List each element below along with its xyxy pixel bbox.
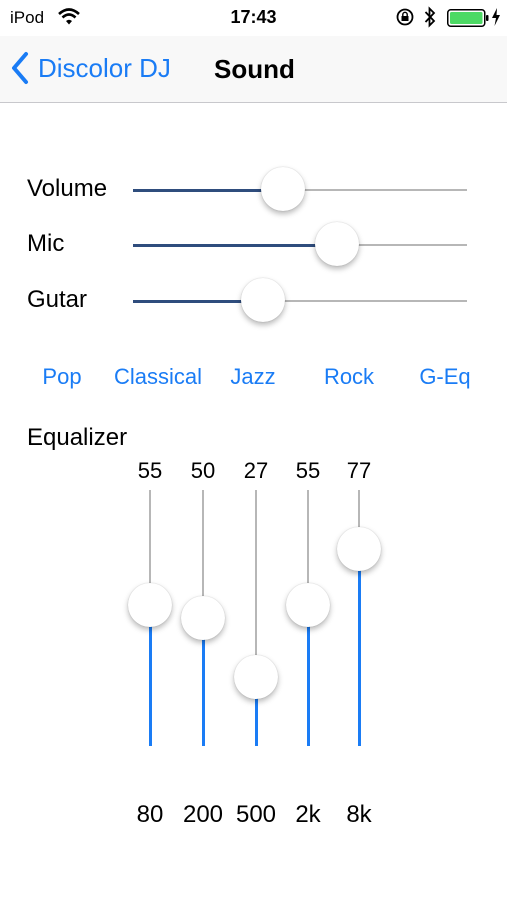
volume-row: Volume — [0, 165, 507, 215]
eq-band-fill — [357, 548, 361, 746]
eq-band-slider[interactable] — [234, 490, 278, 746]
eq-band-frequency: 200 — [182, 801, 224, 828]
back-button[interactable]: Discolor DJ — [10, 50, 171, 86]
equalizer-title: Equalizer — [27, 424, 128, 451]
preset-jazz-button[interactable]: Jazz — [230, 364, 275, 390]
mic-row: Mic — [0, 220, 507, 270]
bluetooth-icon — [424, 6, 436, 28]
eq-band-frequency: 80 — [136, 801, 164, 828]
preset-pop-button[interactable]: Pop — [42, 364, 81, 390]
preset-bar: Pop Classical Jazz Rock G-Eq — [0, 364, 507, 398]
volume-slider-thumb[interactable] — [261, 167, 306, 211]
mic-label: Mic — [27, 230, 65, 257]
preset-rock-button[interactable]: Rock — [324, 364, 374, 390]
eq-band-slider[interactable] — [128, 490, 172, 746]
eq-band-value: 77 — [346, 458, 372, 483]
volume-slider[interactable] — [133, 167, 467, 211]
volume-label: Volume — [27, 175, 108, 202]
chevron-left-icon — [12, 52, 28, 84]
charging-icon — [492, 8, 500, 26]
battery-icon — [447, 9, 489, 27]
mic-slider-thumb[interactable] — [314, 222, 359, 266]
preset-g-eq-button[interactable]: G-Eq — [419, 364, 470, 390]
guitar-row: Gutar — [0, 276, 507, 326]
rotation-lock-icon — [396, 8, 414, 26]
eq-band-frequency: 500 — [235, 801, 277, 828]
eq-band-8k: 77 8k — [329, 455, 389, 835]
eq-band-thumb[interactable] — [128, 583, 172, 628]
mic-slider[interactable] — [133, 222, 467, 266]
back-label: Discolor DJ — [38, 52, 171, 83]
eq-band-value: 50 — [190, 458, 216, 483]
eq-band-slider[interactable] — [181, 490, 225, 746]
eq-band-slider[interactable] — [286, 490, 330, 746]
navigation-bar: Discolor DJ Sound — [0, 36, 507, 103]
eq-band-thumb[interactable] — [234, 654, 278, 699]
eq-band-thumb[interactable] — [181, 596, 225, 640]
mic-slider-fill — [133, 243, 337, 247]
preset-classical-button[interactable]: Classical — [114, 364, 202, 390]
eq-band-thumb[interactable] — [337, 526, 381, 571]
eq-band-value: 55 — [137, 458, 163, 483]
eq-band-200: 50 200 — [173, 455, 233, 835]
eq-band-500: 27 500 — [226, 455, 286, 835]
eq-band-frequency: 8k — [346, 801, 372, 828]
page-title: Sound — [214, 54, 295, 84]
eq-band-thumb[interactable] — [286, 583, 330, 628]
guitar-slider-thumb[interactable] — [241, 278, 286, 322]
status-bar: iPod 17:43 — [0, 0, 507, 36]
eq-band-slider[interactable] — [337, 490, 381, 746]
eq-band-80: 55 80 — [120, 455, 180, 835]
eq-band-value: 27 — [243, 458, 269, 483]
guitar-slider[interactable] — [133, 278, 467, 322]
guitar-label: Gutar — [27, 286, 88, 313]
